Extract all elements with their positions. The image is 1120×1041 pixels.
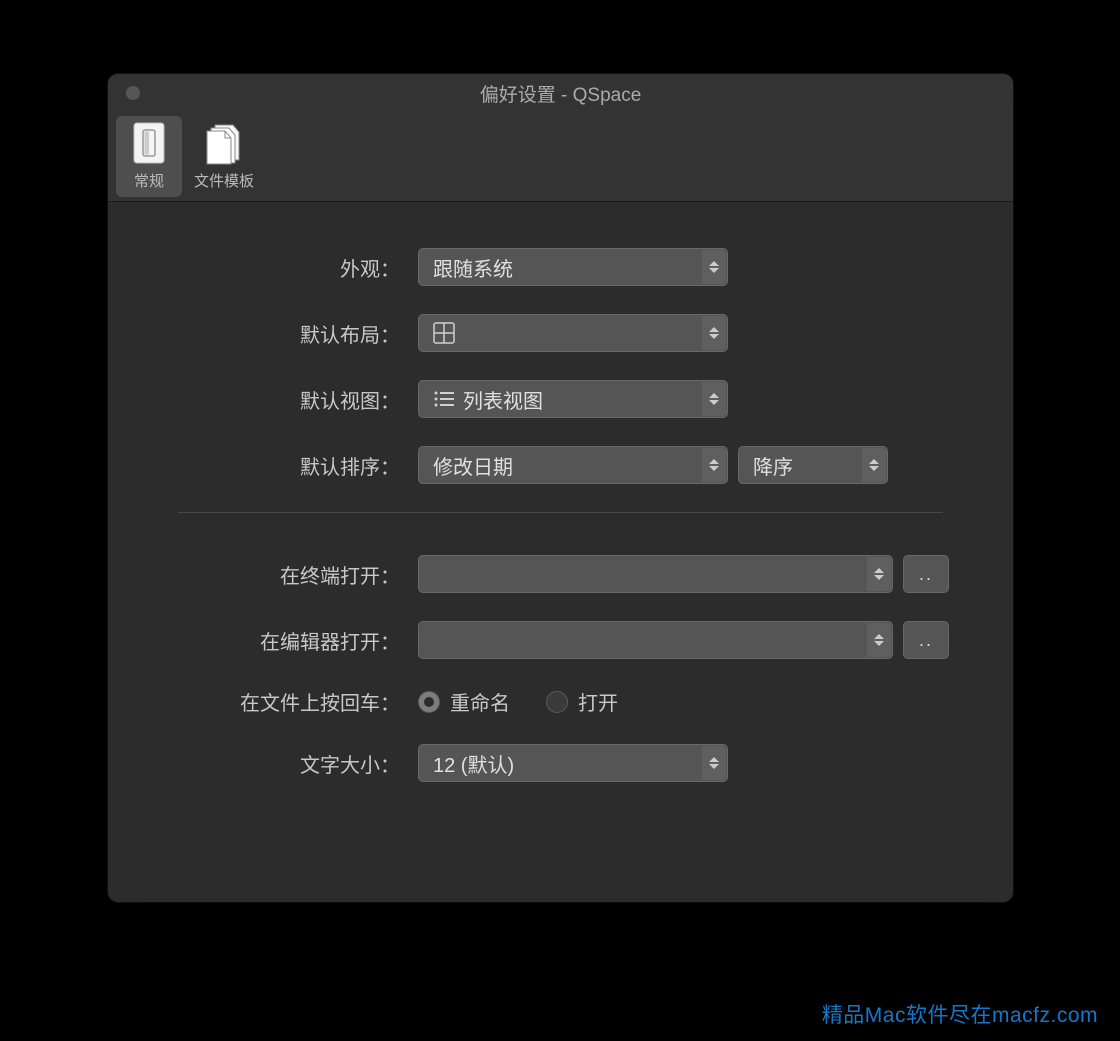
label-appearance: 外观： — [148, 253, 418, 282]
select-open-in-editor[interactable] — [418, 621, 893, 659]
row-open-in-terminal: 在终端打开： .. — [148, 555, 973, 593]
browse-editor-button[interactable]: .. — [903, 621, 949, 659]
row-default-sort: 默认排序： 修改日期 降序 — [148, 446, 973, 484]
select-open-in-terminal[interactable] — [418, 555, 893, 593]
dots-icon: .. — [919, 564, 933, 585]
select-default-sort-value: 修改日期 — [433, 451, 513, 480]
select-default-sort[interactable]: 修改日期 — [418, 446, 728, 484]
chevron-updown-icon — [702, 316, 726, 350]
radio-rename[interactable]: 重命名 — [418, 687, 510, 716]
row-enter-on-file: 在文件上按回车： 重命名 打开 — [148, 687, 973, 716]
select-text-size-value: 12 (默认) — [433, 749, 514, 778]
row-open-in-editor: 在编辑器打开： .. — [148, 621, 973, 659]
select-default-view[interactable]: 列表视图 — [418, 380, 728, 418]
radio-rename-label: 重命名 — [450, 687, 510, 716]
row-default-view: 默认视图： 列表视图 — [148, 380, 973, 418]
row-default-layout: 默认布局： — [148, 314, 973, 352]
radio-open-label: 打开 — [578, 687, 618, 716]
chevron-updown-icon — [702, 746, 726, 780]
preferences-window: 偏好设置 - QSpace 常规 文件模板 — [108, 74, 1013, 902]
select-appearance-value: 跟随系统 — [433, 253, 513, 282]
select-appearance[interactable]: 跟随系统 — [418, 248, 728, 286]
label-open-in-editor: 在编辑器打开： — [148, 626, 418, 655]
label-default-layout: 默认布局： — [148, 319, 418, 348]
chevron-updown-icon — [862, 448, 886, 482]
preferences-toolbar: 常规 文件模板 — [108, 112, 1013, 202]
window-title: 偏好设置 - QSpace — [480, 80, 642, 107]
chevron-updown-icon — [867, 557, 891, 591]
select-sort-order-value: 降序 — [753, 451, 793, 480]
label-open-in-terminal: 在终端打开： — [148, 560, 418, 589]
label-default-sort: 默认排序： — [148, 451, 418, 480]
radio-open[interactable]: 打开 — [546, 687, 618, 716]
chevron-updown-icon — [702, 448, 726, 482]
tab-general[interactable]: 常规 — [116, 116, 182, 197]
grid-layout-icon — [433, 322, 455, 344]
preferences-content: 外观： 跟随系统 默认布局： — [108, 202, 1013, 902]
select-text-size[interactable]: 12 (默认) — [418, 744, 728, 782]
browse-terminal-button[interactable]: .. — [903, 555, 949, 593]
dots-icon: .. — [919, 630, 933, 651]
tab-file-templates-label: 文件模板 — [194, 170, 254, 191]
label-enter-on-file: 在文件上按回车： — [148, 687, 418, 716]
label-default-view: 默认视图： — [148, 385, 418, 414]
chevron-updown-icon — [702, 382, 726, 416]
tab-file-templates[interactable]: 文件模板 — [186, 116, 262, 197]
radio-button-icon — [546, 691, 568, 713]
file-templates-icon — [201, 120, 247, 166]
label-text-size: 文字大小： — [148, 749, 418, 778]
tab-general-label: 常规 — [134, 170, 164, 191]
radio-button-icon — [418, 691, 440, 713]
select-default-view-value: 列表视图 — [463, 385, 543, 414]
chevron-updown-icon — [867, 623, 891, 657]
row-text-size: 文字大小： 12 (默认) — [148, 744, 973, 782]
select-sort-order[interactable]: 降序 — [738, 446, 888, 484]
general-icon — [126, 120, 172, 166]
list-view-icon — [433, 390, 455, 408]
select-default-layout[interactable] — [418, 314, 728, 352]
row-appearance: 外观： 跟随系统 — [148, 248, 973, 286]
watermark-text: 精品Mac软件尽在macfz.com — [822, 999, 1098, 1029]
chevron-updown-icon — [702, 250, 726, 284]
close-window-button[interactable] — [126, 86, 140, 100]
window-titlebar: 偏好设置 - QSpace — [108, 74, 1013, 112]
radio-group-enter-action: 重命名 打开 — [418, 687, 618, 716]
section-divider — [178, 512, 943, 513]
